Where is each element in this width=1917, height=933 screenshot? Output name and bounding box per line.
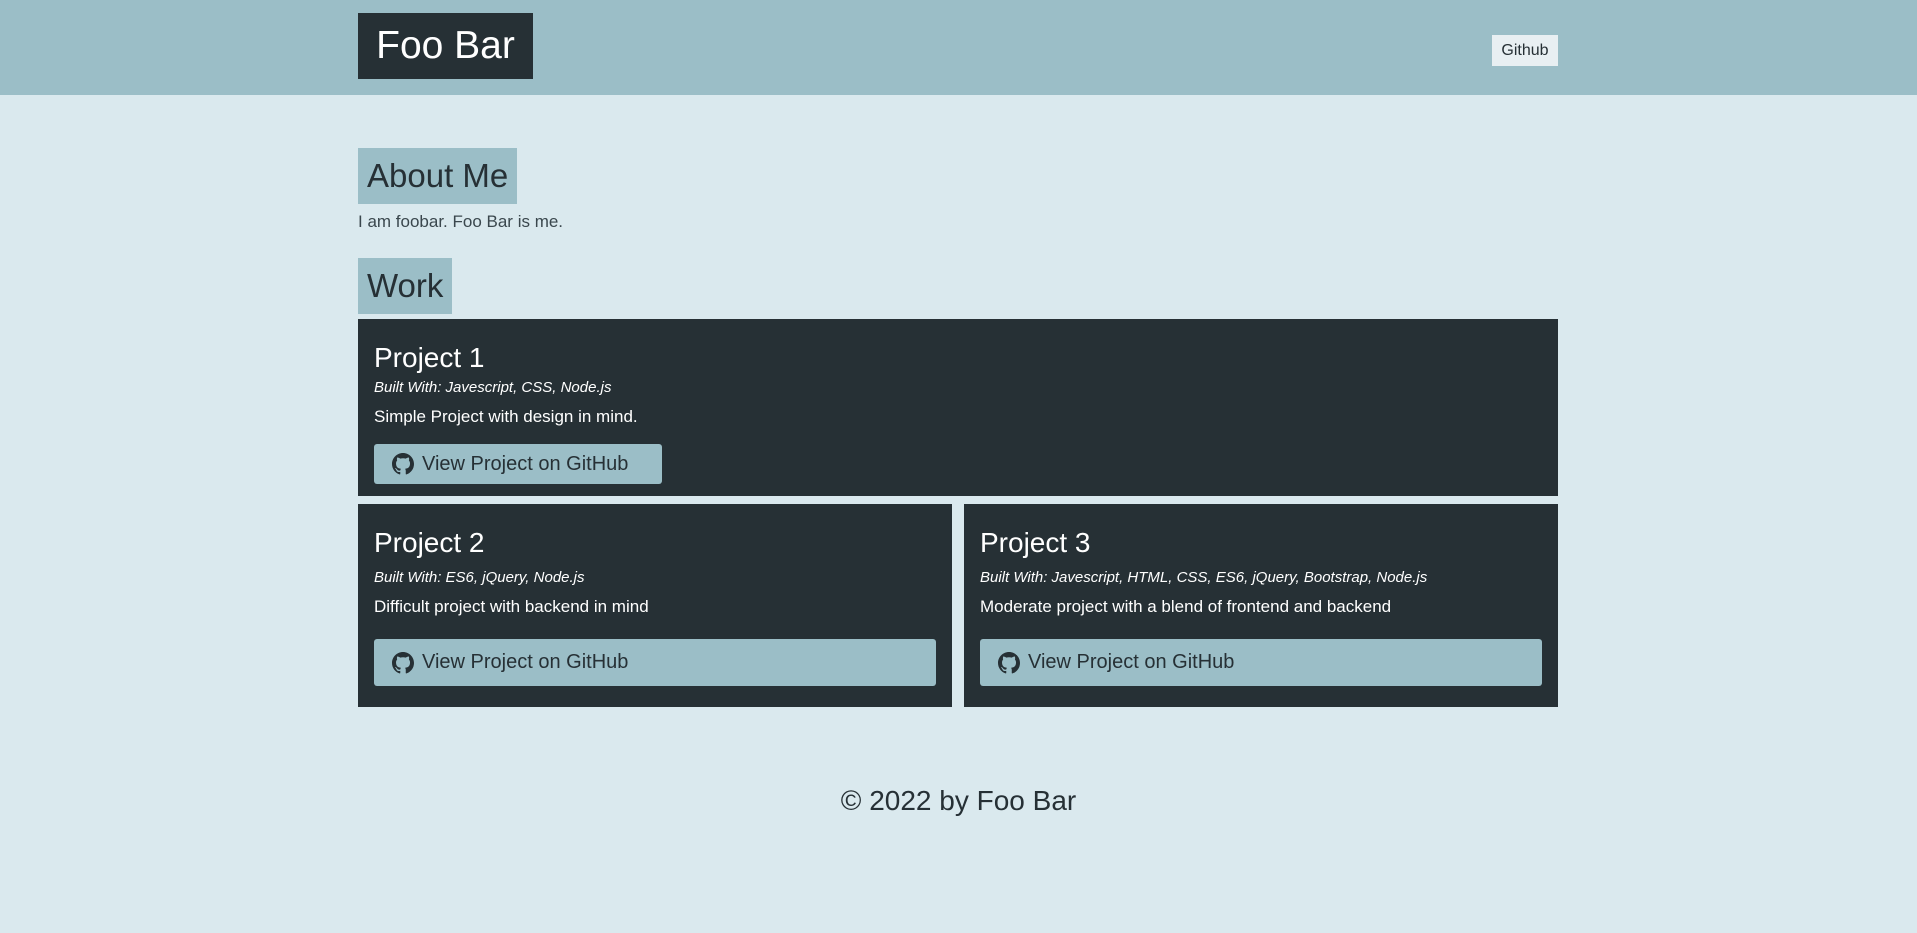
github-icon	[392, 453, 414, 475]
project-built-with: Built With: Javescript, HTML, CSS, ES6, …	[980, 569, 1428, 586]
site-footer: © 2022 by Foo Bar	[0, 783, 1917, 819]
project-built-with: Built With: Javescript, CSS, Node.js	[374, 379, 612, 396]
project-card-3: Project 3 Built With: Javescript, HTML, …	[964, 504, 1558, 707]
project-card-2: Project 2 Built With: ES6, jQuery, Node.…	[358, 504, 952, 707]
work-heading: Work	[358, 258, 453, 314]
site-brand[interactable]: Foo Bar	[358, 13, 533, 79]
about-heading: About Me	[358, 148, 518, 204]
view-project-3-button[interactable]: View Project on GitHub	[980, 639, 1542, 686]
github-icon	[392, 651, 414, 674]
project-title: Project 3	[980, 527, 1091, 558]
project-built-with: Built With: ES6, jQuery, Node.js	[374, 569, 585, 586]
project-title: Project 2	[374, 527, 485, 558]
view-project-1-button[interactable]: View Project on GitHub	[374, 444, 662, 484]
button-label: View Project on GitHub	[422, 651, 629, 673]
project-description: Difficult project with backend in mind	[374, 597, 649, 616]
copyright-text: © 2022 by Foo Bar	[840, 785, 1077, 816]
view-project-2-button[interactable]: View Project on GitHub	[374, 639, 936, 686]
button-label: View Project on GitHub	[1028, 651, 1235, 673]
project-card-1: Project 1 Built With: Javescript, CSS, N…	[358, 319, 1558, 496]
github-nav-link[interactable]: Github	[1492, 35, 1558, 66]
project-title: Project 1	[374, 342, 485, 373]
project-description: Simple Project with design in mind.	[374, 407, 638, 426]
github-icon	[998, 651, 1020, 674]
site-header: Foo Bar Github	[0, 0, 1917, 95]
project-description: Moderate project with a blend of fronten…	[980, 597, 1392, 616]
button-label: View Project on GitHub	[422, 452, 629, 475]
about-text: I am foobar. Foo Bar is me.	[358, 212, 564, 231]
